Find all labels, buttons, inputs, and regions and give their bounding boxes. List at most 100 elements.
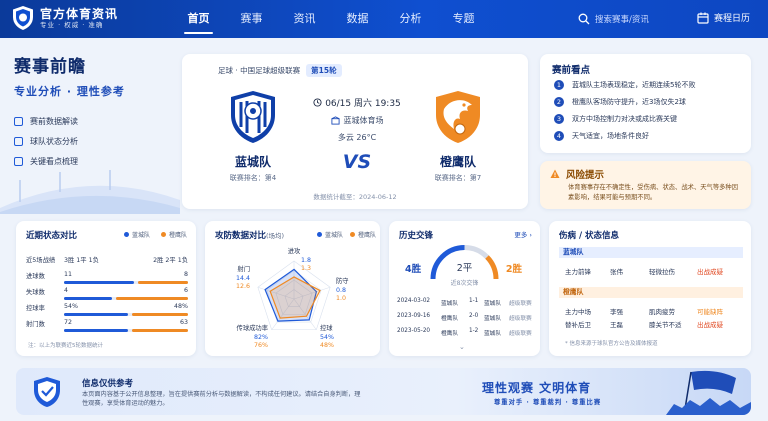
home-bar (64, 313, 128, 316)
legend-home: 蓝城队 (124, 230, 150, 239)
nav-analysis[interactable]: 分析 (384, 0, 437, 38)
away-team[interactable]: 橙鹰队 联赛排名：第7 (428, 89, 488, 183)
legend-label: 蓝城队 (132, 232, 151, 239)
radar-chart: 进攻1.81.3 防守 0.81.0 控球 54%48% 传球成功率 82%76% 射门 14.… (236, 246, 349, 349)
form-row: 控球率 54% 48% (26, 303, 188, 318)
nav-home[interactable]: 首页 (172, 0, 225, 38)
competition-tag: 超级联赛 (509, 316, 532, 322)
home-bar (64, 281, 134, 284)
more-link[interactable]: 更多 › (514, 229, 532, 239)
calendar-button[interactable]: 赛程日历 (697, 11, 750, 24)
home-team-name: 蓝城队 (234, 155, 271, 169)
radar-axis-label: 射门 (237, 264, 250, 273)
radar-value-label: 12.6 (236, 283, 250, 290)
player-position: 主力前锋 (565, 268, 591, 276)
slogan: 理性观赛 文明体育 (482, 381, 592, 395)
away-team-rank: 联赛排名：第7 (434, 174, 482, 182)
stat-label: 近5场战绩 (26, 257, 56, 264)
nav-matches[interactable]: 赛事 (225, 0, 278, 38)
match-date: 2023-05-20 (397, 328, 431, 334)
legend-away: 橙鹰队 (161, 230, 187, 239)
calendar-icon (697, 12, 709, 24)
head-to-head-card: 历史交锋 更多 › 4胜 2平 2胜 近8次交锋 2024-03-02 蓝城队 1-… (389, 221, 540, 356)
availability-status: 出战成疑 (697, 321, 723, 329)
slogan-sub: 尊重对手 · 尊重裁判 · 尊重比赛 (494, 399, 602, 406)
hero-subtitle: 专业分析 · 理性参考 (14, 85, 125, 98)
nav-topics[interactable]: 专题 (437, 0, 490, 38)
stat-date: 数据统计截至：2024-06-12 (313, 193, 397, 201)
calendar-label: 赛程日历 (714, 14, 751, 24)
radar-value-label: 82% (254, 334, 268, 341)
match-datetime: 06/15 周六 19:35 (302, 96, 412, 109)
point-text: 双方中场控制力对决或成比赛关键 (572, 115, 677, 123)
chevron-down-icon[interactable]: ⌄ (459, 343, 465, 351)
point-text: 橙鹰队客场防守提升，近3场仅失2球 (572, 98, 686, 106)
home-team: 蓝城队 (441, 301, 459, 307)
points-title: 赛前看点 (552, 65, 591, 76)
point-item: 1 蓝城队主场表现稳定，近期连续5轮不败 (554, 80, 695, 90)
away-bar (115, 297, 188, 300)
injury-note: * 信息来源于球队官方公告及媒体报道 (565, 341, 658, 347)
point-text: 蓝城队主场表现稳定，近期连续5轮不败 (572, 81, 696, 89)
injury-title: 伤病 / 状态信息 (559, 231, 620, 241)
search-box[interactable]: 搜索赛事/资讯 (578, 9, 683, 29)
hero-title: 赛事前瞻 (14, 57, 86, 77)
radar-axis-label: 传球成功率 (237, 323, 268, 332)
hero-item-status: 球队状态分析 (14, 131, 174, 151)
radar-value-label: 1.3 (301, 265, 311, 272)
logo-subtitle: 专业 · 权威 · 准确 (40, 20, 104, 29)
legend-dot (124, 232, 129, 237)
form-note: 注：以上为联赛近5轮数据统计 (28, 343, 104, 349)
risk-notice-card: 风险提示 体育赛事存在不确定性，受伤病、状态、战术、天气等多种因素影响，结果可能… (540, 161, 751, 209)
away-team: 蓝城队 (484, 301, 502, 307)
top-navigation-bar: 官方体育资讯 专业 · 权威 · 准确 首页 赛事 资讯 数据 分析 专题 搜索… (0, 0, 768, 38)
home-value: 3胜 1平 1负 (64, 257, 99, 264)
nav-news[interactable]: 资讯 (278, 0, 331, 38)
home-bar (64, 297, 112, 300)
radar-value-label: 0.8 (336, 287, 346, 294)
away-value: 8 (183, 271, 188, 278)
player-name: 王磊 (610, 321, 623, 329)
radar-value-label: 1.0 (336, 295, 346, 302)
total-meetings: 近8次交锋 (450, 280, 479, 287)
player-position: 主力中场 (565, 308, 591, 316)
stat-label: 射门数 (26, 321, 45, 328)
history-row[interactable]: 2023-09-16 橙鹰队 2-0 蓝城队 超级联赛 (397, 313, 535, 323)
home-team-crest-icon (231, 91, 275, 143)
site-logo[interactable]: 官方体育资讯 专业 · 权威 · 准确 (12, 5, 118, 31)
logo-title: 官方体育资讯 (40, 6, 119, 21)
injury-issue: 轻微拉伤 (649, 268, 675, 276)
venue-text: 蓝城体育场 (343, 116, 384, 125)
history-row[interactable]: 2023-05-20 橙鹰队 1-2 蓝城队 超级联赛 (397, 328, 535, 338)
recent-form-card: 近期状态对比 蓝城队 橙鹰队 近5场战绩 3胜 1平 1负 2胜 2平 1负 进球数 1… (16, 221, 196, 356)
nav-data[interactable]: 数据 (331, 0, 384, 38)
search-icon (578, 13, 590, 25)
point-item: 2 橙鹰队客场防守提升，近3场仅失2球 (554, 97, 686, 107)
preview-points-card: 赛前看点 1 蓝城队主场表现稳定，近期连续5轮不败 2 橙鹰队客场防守提升，近3场仅… (540, 54, 751, 153)
away-value: 6 (183, 287, 188, 294)
hero-item-data: 赛前数据解读 (14, 111, 174, 131)
risk-title: 风险提示 (550, 167, 604, 181)
away-value: 63 (179, 319, 188, 326)
league-name: 足球 · 中国足球超级联赛 (218, 66, 301, 75)
match-weather: 多云 26°C (337, 133, 377, 142)
match-date: 2023-09-16 (397, 313, 431, 319)
round-badge: 第15轮 (306, 64, 342, 77)
number-badge: 1 (554, 80, 564, 90)
match-info: 06/15 周六 19:35 蓝城体育场 多云 26°C VS (302, 96, 412, 173)
injury-issue: 肌肉疲劳 (649, 308, 675, 316)
point-item: 3 双方中场控制力对决或成比赛关键 (554, 114, 677, 124)
injury-row: 主力中场 李强 肌肉疲劳 可能缺阵 (565, 306, 745, 316)
shield-logo-icon (13, 6, 33, 30)
history-row[interactable]: 2024-03-02 蓝城队 1-1 蓝城队 超级联赛 (397, 298, 535, 308)
home-value: 11 (64, 271, 73, 278)
match-league-row: 足球 · 中国足球超级联赛 第15轮 (218, 64, 342, 77)
radar-chart-card: 攻防数据对比(场均) 蓝城队 橙鹰队 进攻 1.8 1.3 防守 0.8 1.0 控球 54%… (205, 221, 380, 356)
radar-axis-label: 进攻 (288, 246, 301, 255)
home-team: 橙鹰队 (441, 316, 459, 322)
injury-row: 主力前锋 张伟 轻微拉伤 出战成疑 (565, 266, 745, 276)
form-title: 近期状态对比 (26, 231, 78, 241)
home-team-header: 蓝城队 (559, 247, 743, 258)
home-value: 72 (64, 319, 73, 326)
home-team[interactable]: 蓝城队 联赛排名：第4 (227, 89, 279, 183)
